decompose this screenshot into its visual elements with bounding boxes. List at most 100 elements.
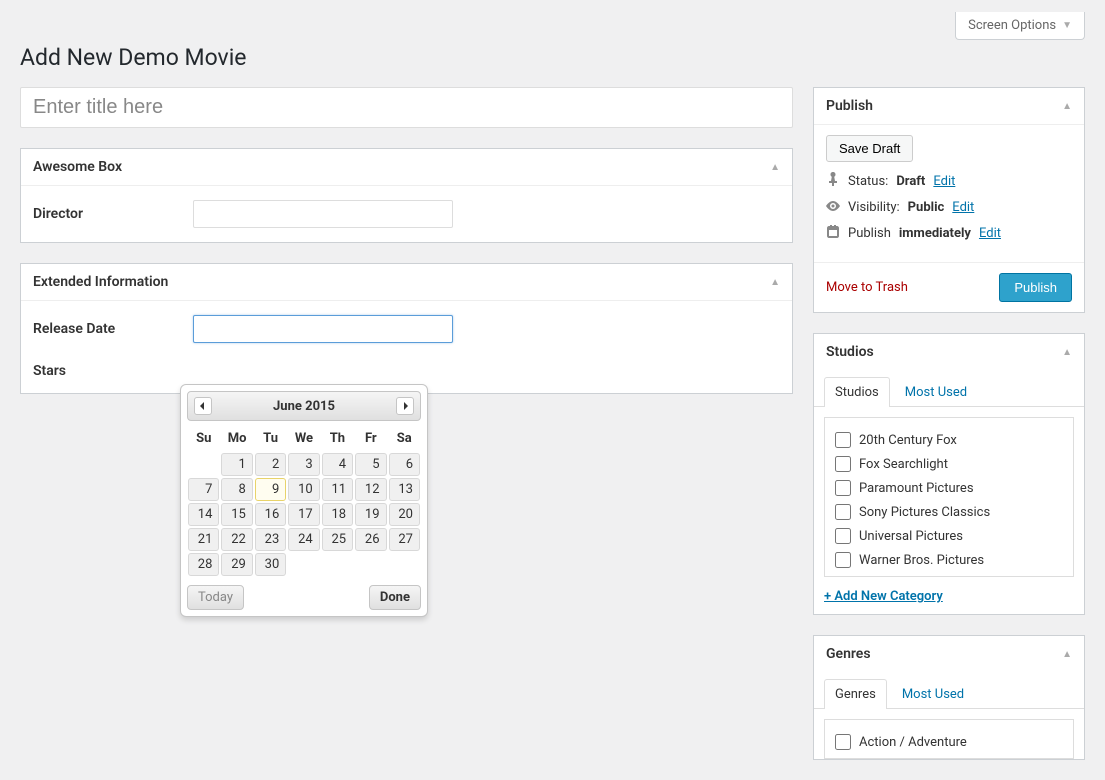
chevron-left-icon (199, 402, 207, 410)
datepicker-day[interactable]: 3 (288, 453, 319, 476)
datepicker-day[interactable]: 27 (389, 528, 420, 551)
datepicker-weekday: Mo (220, 425, 253, 452)
datepicker-day[interactable]: 25 (322, 528, 353, 551)
datepicker-day[interactable]: 19 (355, 503, 386, 526)
studio-label: Fox Searchlight (859, 457, 948, 472)
datepicker-day[interactable]: 15 (221, 503, 252, 526)
save-draft-button[interactable]: Save Draft (826, 135, 913, 162)
studio-label: Warner Bros. Pictures (859, 553, 984, 568)
extended-info-title: Extended Information (33, 274, 168, 290)
datepicker-next-button[interactable] (396, 397, 414, 415)
datepicker-done-button[interactable]: Done (369, 585, 421, 610)
datepicker-day[interactable]: 17 (288, 503, 319, 526)
datepicker-day[interactable]: 5 (355, 453, 386, 476)
tab-studios-all[interactable]: Studios (824, 377, 890, 407)
datepicker-day[interactable]: 1 (221, 453, 252, 476)
publish-metabox: Publish ▲ Save Draft Status: Draft Edit (813, 87, 1085, 313)
datepicker-weekday: Tu (254, 425, 287, 452)
edit-visibility-link[interactable]: Edit (952, 200, 974, 215)
datepicker-day[interactable]: 30 (255, 553, 286, 576)
studios-title: Studios (826, 344, 874, 360)
datepicker-day[interactable]: 23 (255, 528, 286, 551)
status-label: Status: (848, 174, 888, 189)
studio-label: Paramount Pictures (859, 481, 974, 496)
datepicker-day[interactable]: 9 (255, 478, 286, 501)
datepicker-day[interactable]: 6 (389, 453, 420, 476)
studio-checkbox[interactable] (835, 552, 851, 568)
datepicker-day[interactable]: 2 (255, 453, 286, 476)
studio-label: 20th Century Fox (859, 433, 957, 448)
datepicker-day[interactable]: 10 (288, 478, 319, 501)
publish-time-value: immediately (899, 226, 971, 241)
datepicker-day[interactable]: 18 (322, 503, 353, 526)
collapse-icon[interactable]: ▲ (1062, 649, 1072, 660)
edit-status-link[interactable]: Edit (933, 174, 955, 189)
datepicker-day[interactable]: 4 (322, 453, 353, 476)
datepicker-weekday: We (287, 425, 320, 452)
datepicker-day[interactable]: 26 (355, 528, 386, 551)
collapse-icon[interactable]: ▲ (1062, 347, 1072, 358)
studio-checkbox[interactable] (835, 528, 851, 544)
datepicker-day[interactable]: 12 (355, 478, 386, 501)
tab-genres-most-used[interactable]: Most Used (891, 679, 975, 709)
list-item: Sony Pictures Classics (835, 500, 1063, 524)
visibility-value: Public (908, 200, 945, 215)
release-date-input[interactable] (193, 315, 453, 343)
studio-checkbox[interactable] (835, 456, 851, 472)
datepicker-day[interactable]: 14 (188, 503, 219, 526)
studios-metabox: Studios ▲ Studios Most Used 20th Century… (813, 333, 1085, 615)
datepicker-day[interactable]: 24 (288, 528, 319, 551)
datepicker-day[interactable]: 13 (389, 478, 420, 501)
tab-genres-all[interactable]: Genres (824, 679, 887, 709)
datepicker-popup: June 2015 SuMoTuWeThFrSa 123456789101112… (180, 384, 428, 617)
eye-icon (826, 200, 840, 215)
datepicker-day[interactable]: 21 (188, 528, 219, 551)
datepicker-weekday: Su (187, 425, 220, 452)
status-value: Draft (896, 174, 925, 189)
datepicker-day[interactable]: 8 (221, 478, 252, 501)
screen-options-label: Screen Options (968, 18, 1056, 33)
edit-publish-time-link[interactable]: Edit (979, 226, 1001, 241)
datepicker-weekday: Sa (388, 425, 421, 452)
stars-label: Stars (33, 363, 193, 379)
post-title-input[interactable] (20, 87, 793, 128)
collapse-icon[interactable]: ▲ (770, 277, 780, 288)
studio-checkbox[interactable] (835, 480, 851, 496)
datepicker-day[interactable]: 7 (188, 478, 219, 501)
datepicker-day[interactable]: 20 (389, 503, 420, 526)
datepicker-day[interactable]: 16 (255, 503, 286, 526)
page-title: Add New Demo Movie (20, 44, 1085, 71)
datepicker-prev-button[interactable] (194, 397, 212, 415)
list-item: 20th Century Fox (835, 428, 1063, 452)
visibility-label: Visibility: (848, 200, 900, 215)
studio-checkbox[interactable] (835, 504, 851, 520)
genre-checkbox[interactable] (835, 734, 851, 750)
calendar-icon (826, 225, 840, 242)
list-item: Paramount Pictures (835, 476, 1063, 500)
move-to-trash-link[interactable]: Move to Trash (826, 280, 908, 295)
datepicker-day[interactable]: 28 (188, 553, 219, 576)
list-item: Warner Bros. Pictures (835, 548, 1063, 572)
datepicker-day[interactable]: 11 (322, 478, 353, 501)
collapse-icon[interactable]: ▲ (1062, 101, 1072, 112)
datepicker-weekday: Th (321, 425, 354, 452)
studio-label: Sony Pictures Classics (859, 505, 990, 520)
director-input[interactable] (193, 200, 453, 228)
genre-label: Action / Adventure (859, 735, 967, 750)
chevron-right-icon (401, 402, 409, 410)
datepicker-today-button[interactable]: Today (187, 585, 244, 610)
director-label: Director (33, 206, 193, 222)
datepicker-day[interactable]: 29 (221, 553, 252, 576)
publish-title: Publish (826, 98, 873, 114)
add-new-category-link[interactable]: + Add New Category (824, 589, 943, 604)
tab-studios-most-used[interactable]: Most Used (894, 377, 978, 407)
datepicker-day[interactable]: 22 (221, 528, 252, 551)
datepicker-weekday: Fr (354, 425, 387, 452)
studio-checkbox[interactable] (835, 432, 851, 448)
release-date-label: Release Date (33, 321, 193, 337)
genres-title: Genres (826, 646, 871, 662)
collapse-icon[interactable]: ▲ (770, 162, 780, 173)
publish-button[interactable]: Publish (999, 273, 1072, 302)
genres-metabox: Genres ▲ Genres Most Used Action / Adven… (813, 635, 1085, 760)
screen-options-button[interactable]: Screen Options ▼ (955, 12, 1085, 40)
